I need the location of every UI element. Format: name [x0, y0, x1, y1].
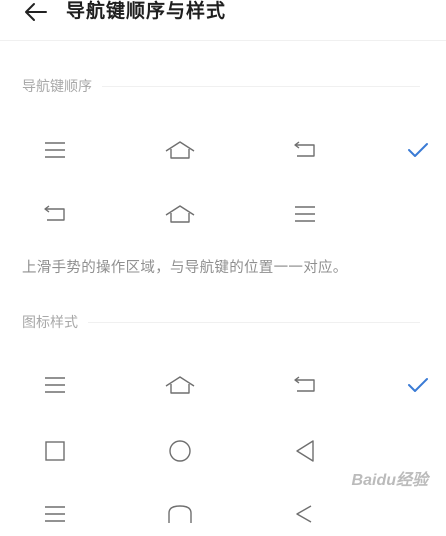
header-bar: 导航键顺序与样式 — [0, 0, 446, 41]
section-divider — [102, 85, 420, 87]
home-icon — [150, 128, 210, 172]
back-icon — [25, 192, 85, 236]
menu-icon — [25, 128, 85, 172]
section-divider — [88, 321, 420, 323]
style-option-3[interactable] — [0, 492, 446, 536]
order-option-1[interactable] — [0, 128, 446, 172]
square-icon — [25, 429, 85, 473]
triangle-back-icon — [275, 429, 335, 473]
circle-icon — [150, 429, 210, 473]
check-icon — [404, 371, 432, 399]
section-label-style: 图标样式 — [22, 312, 420, 332]
back-button[interactable] — [22, 0, 50, 24]
menu-icon — [25, 492, 85, 536]
rounded-home-icon — [150, 492, 210, 536]
order-hint-text: 上滑手势的操作区域，与导航键的位置一一对应。 — [22, 260, 348, 276]
check-icon — [404, 136, 432, 164]
style-option-1[interactable] — [0, 363, 446, 407]
order-option-2[interactable] — [0, 192, 446, 236]
page-title: 导航键顺序与样式 — [66, 0, 227, 22]
arrow-left-icon — [25, 3, 47, 21]
back-icon — [275, 363, 335, 407]
section-label-order: 导航键顺序 — [22, 76, 420, 96]
home-icon — [150, 192, 210, 236]
menu-icon — [275, 192, 335, 236]
chevron-back-icon — [275, 492, 335, 536]
back-icon — [275, 128, 335, 172]
baidu-watermark-logo: Baidu经验 — [351, 472, 428, 489]
home-icon — [150, 363, 210, 407]
menu-icon — [25, 363, 85, 407]
